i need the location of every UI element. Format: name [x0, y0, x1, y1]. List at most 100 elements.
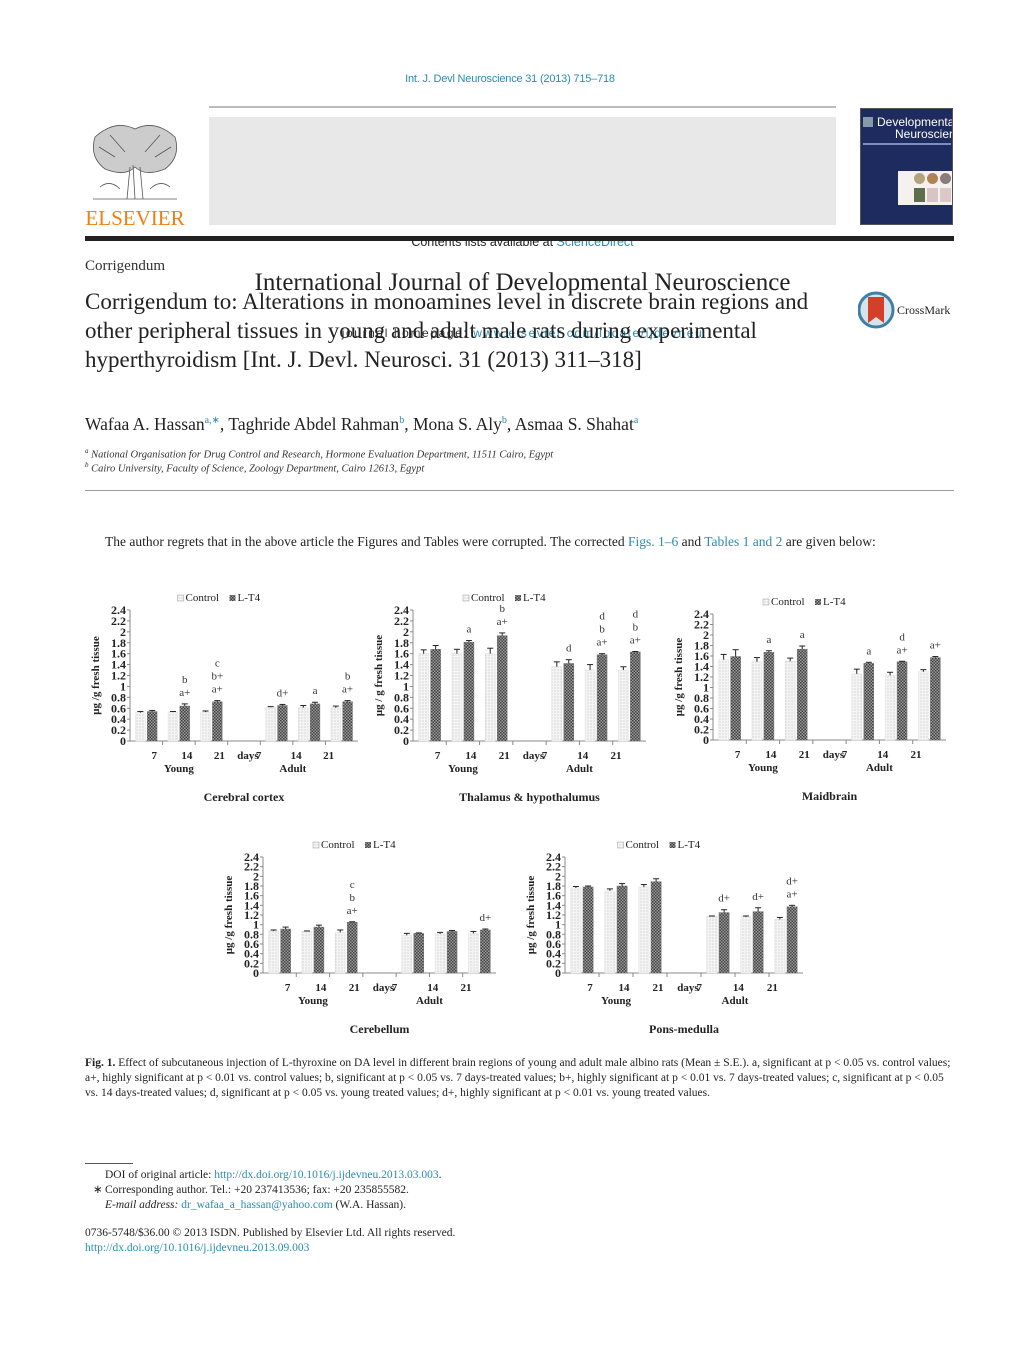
x-tick-label: 14 [465, 750, 477, 762]
bar-control [751, 661, 763, 741]
bar-control [584, 669, 596, 742]
bar-lt4 [309, 703, 321, 742]
x-tick-label: 14 [181, 750, 193, 762]
elsevier-logo[interactable]: ELSEVIER [85, 117, 185, 230]
bar-lt4 [718, 912, 730, 974]
journal-banner: Contents lists available at ScienceDirec… [209, 117, 836, 340]
email-footnote: E-mail address: dr_wafaa_a_hassan@yahoo.… [105, 1199, 407, 1211]
bar-control [434, 933, 446, 974]
x-tick-label: 14 [291, 750, 303, 762]
group-label-young: Young [298, 995, 328, 1007]
legend-label-control: Control [321, 839, 355, 851]
bar-lt4 [463, 641, 475, 742]
email-link[interactable]: dr_wafaa_a_hassan@yahoo.com [181, 1199, 332, 1211]
author-name[interactable]: Asmaa S. Shahat [515, 414, 634, 434]
bar-lt4 [650, 881, 662, 974]
x-tick-label: 7 [435, 750, 441, 762]
group-label-young: Young [448, 763, 478, 775]
significance-label: b [599, 624, 605, 636]
legend-swatch-control [762, 598, 770, 606]
x-tick-label: 7 [542, 750, 548, 762]
bar-lt4 [280, 928, 291, 974]
group-label-adult: Adult [722, 995, 749, 1007]
significance-label: c [350, 879, 355, 891]
x-tick-label: 21 [214, 750, 225, 762]
chart-cerebellum: Control L-T4 0 0.2 0.4 0.6 0.8 1 1.2 1.4 1.6 1.8 2 2.… [218, 835, 508, 1045]
legend-swatch-control [617, 841, 624, 849]
x-tick-label: 14 [733, 982, 745, 994]
significance-label: b [633, 621, 639, 633]
bar-control [784, 661, 796, 741]
bar-control [200, 711, 211, 742]
significance-label: a+ [342, 684, 353, 696]
y-tick-label: 2.4 [394, 603, 409, 617]
bar-control [401, 935, 413, 974]
tables-link[interactable]: Tables 1 and 2 [704, 534, 782, 549]
original-doi-link[interactable]: http://dx.doi.org/10.1016/j.ijdevneu.201… [214, 1169, 438, 1181]
x-tick-label: 7 [152, 750, 158, 762]
bar-control [167, 711, 179, 742]
footnote-rule [85, 1163, 133, 1164]
chart-svg: Control L-T400.20.40.60.811.21.41.61.822.… [525, 839, 803, 1036]
corresponding-footnote: ∗ Corresponding author. Tel.: +20 2374135… [93, 1184, 409, 1196]
legend-label-control: Control [186, 592, 220, 604]
x-tick-label: 14 [427, 982, 439, 994]
bar-control [298, 707, 309, 742]
group-label-adult: Adult [566, 763, 593, 775]
chart-svg: Control L-T400.20.40.60.811.21.41.61.822.… [90, 592, 358, 804]
group-label-adult: Adult [866, 762, 893, 774]
x-tick-label: 7 [256, 750, 262, 762]
bar-lt4 [616, 885, 628, 974]
x-tick-label: 7 [587, 982, 593, 994]
legend-swatch-lt4 [365, 842, 371, 848]
affiliation-b: b Cairo University, Faculty of Science, … [85, 461, 425, 475]
bar-lt4 [480, 929, 491, 974]
chart-cerebral-cortex: Control L-T4 0 0.2 0.4 0.6 0.8 1 1.2 1.4 1.6 1.8 2 2.… [85, 588, 370, 813]
divider [85, 490, 954, 491]
bar-control [618, 669, 629, 742]
bar-lt4 [752, 911, 764, 974]
significance-label: a+ [787, 888, 798, 900]
group-label-young: Young [748, 762, 778, 774]
header-divider [85, 236, 954, 241]
chart-legend: Control L-T4 [617, 839, 701, 851]
significance-label: a+ [212, 684, 223, 696]
author-name[interactable]: Taghride Abdel Rahman [228, 414, 399, 434]
significance-label: d [599, 611, 605, 623]
bar-lt4 [786, 906, 798, 974]
bar-control [135, 712, 146, 742]
bar-lt4 [796, 648, 808, 741]
significance-label: b+ [211, 671, 223, 683]
legend-label-lt4: L-T4 [523, 592, 546, 604]
group-label-young: Young [601, 995, 631, 1007]
bar-control [330, 707, 341, 742]
significance-label: a+ [930, 640, 941, 652]
bar-lt4 [430, 649, 441, 742]
y-axis-label: μg / g fresh tissue [373, 635, 385, 716]
chart-thalamus-hypothalamus: Control L-T4 0 0.2 0.4 0.6 0.8 1 1.2 1.4 1.6 1.8 2 2.… [368, 588, 658, 813]
chart-title: Maidbrain [802, 789, 858, 803]
journal-cover[interactable]: Developmental Neuroscience [860, 108, 953, 225]
legend-label-lt4: L-T4 [238, 592, 261, 604]
legend-swatch-control [312, 841, 320, 849]
author-name[interactable]: Wafaa A. Hassan [85, 414, 205, 434]
running-head[interactable]: Int. J. Devl Neuroscience 31 (2013) 715–… [0, 73, 1020, 85]
issn-block: 0736-5748/$36.00 © 2013 ISDN. Published … [85, 1226, 455, 1256]
significance-label: b [349, 892, 355, 904]
bar-control [918, 671, 929, 741]
significance-label: d+ [752, 891, 764, 903]
bar-control [468, 933, 479, 974]
chart-legend: Control L-T4 [177, 592, 261, 604]
group-label-young: Young [164, 763, 194, 775]
article-doi-link[interactable]: http://dx.doi.org/10.1016/j.ijdevneu.201… [85, 1241, 455, 1256]
author-name[interactable]: Mona S. Aly [413, 414, 502, 434]
bar-lt4 [763, 652, 775, 741]
significance-label: d+ [786, 875, 798, 887]
figure-label: Fig. 1. [85, 1057, 116, 1069]
bar-control [774, 919, 786, 974]
bar-lt4 [630, 651, 641, 742]
significance-label: a+ [630, 634, 641, 646]
figs-link[interactable]: Figs. 1–6 [628, 534, 678, 549]
x-tick-label: 21 [767, 982, 778, 994]
crossmark-button[interactable]: CrossMark [857, 291, 958, 331]
